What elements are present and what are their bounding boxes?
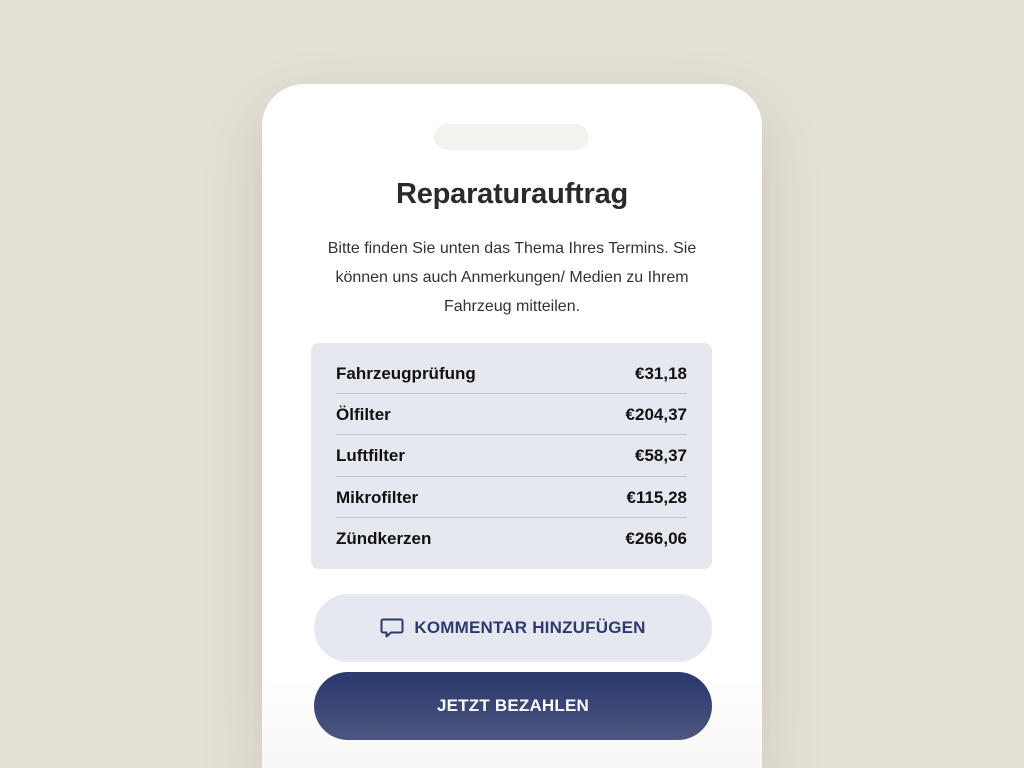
- add-comment-button[interactable]: KOMMENTAR HINZUFÜGEN: [314, 594, 712, 662]
- pay-now-label: JETZT BEZAHLEN: [436, 696, 590, 715]
- list-item: Fahrzeugprüfung €31,18: [336, 353, 687, 394]
- list-item: Zündkerzen €266,06: [336, 518, 687, 559]
- item-label: Mikrofilter: [336, 487, 419, 507]
- list-item: Luftfilter €58,37: [336, 435, 687, 476]
- item-label: Ölfilter: [336, 404, 391, 424]
- phone-notch: [434, 124, 589, 150]
- page-title: Reparaturauftrag: [395, 178, 629, 210]
- item-label: Zündkerzen: [336, 528, 432, 548]
- item-price: €31,18: [635, 363, 687, 383]
- comment-icon: [380, 617, 404, 639]
- phone-frame: Reparaturauftrag Bitte finden Sie unten …: [262, 84, 762, 768]
- pay-now-button[interactable]: JETZT BEZAHLEN: [314, 672, 712, 740]
- repair-items-list: Fahrzeugprüfung €31,18 Ölfilter €204,37 …: [311, 343, 712, 569]
- item-label: Luftfilter: [336, 445, 405, 465]
- item-price: €266,06: [625, 528, 687, 548]
- list-item: Mikrofilter €115,28: [336, 477, 687, 518]
- item-price: €115,28: [626, 487, 687, 507]
- list-item: Ölfilter €204,37: [336, 394, 687, 435]
- item-label: Fahrzeugprüfung: [336, 363, 476, 383]
- page-description: Bitte finden Sie unten das Thema Ihres T…: [327, 240, 697, 315]
- item-price: €204,37: [625, 404, 687, 424]
- item-price: €58,37: [635, 445, 687, 465]
- add-comment-label: KOMMENTAR HINZUFÜGEN: [414, 618, 646, 637]
